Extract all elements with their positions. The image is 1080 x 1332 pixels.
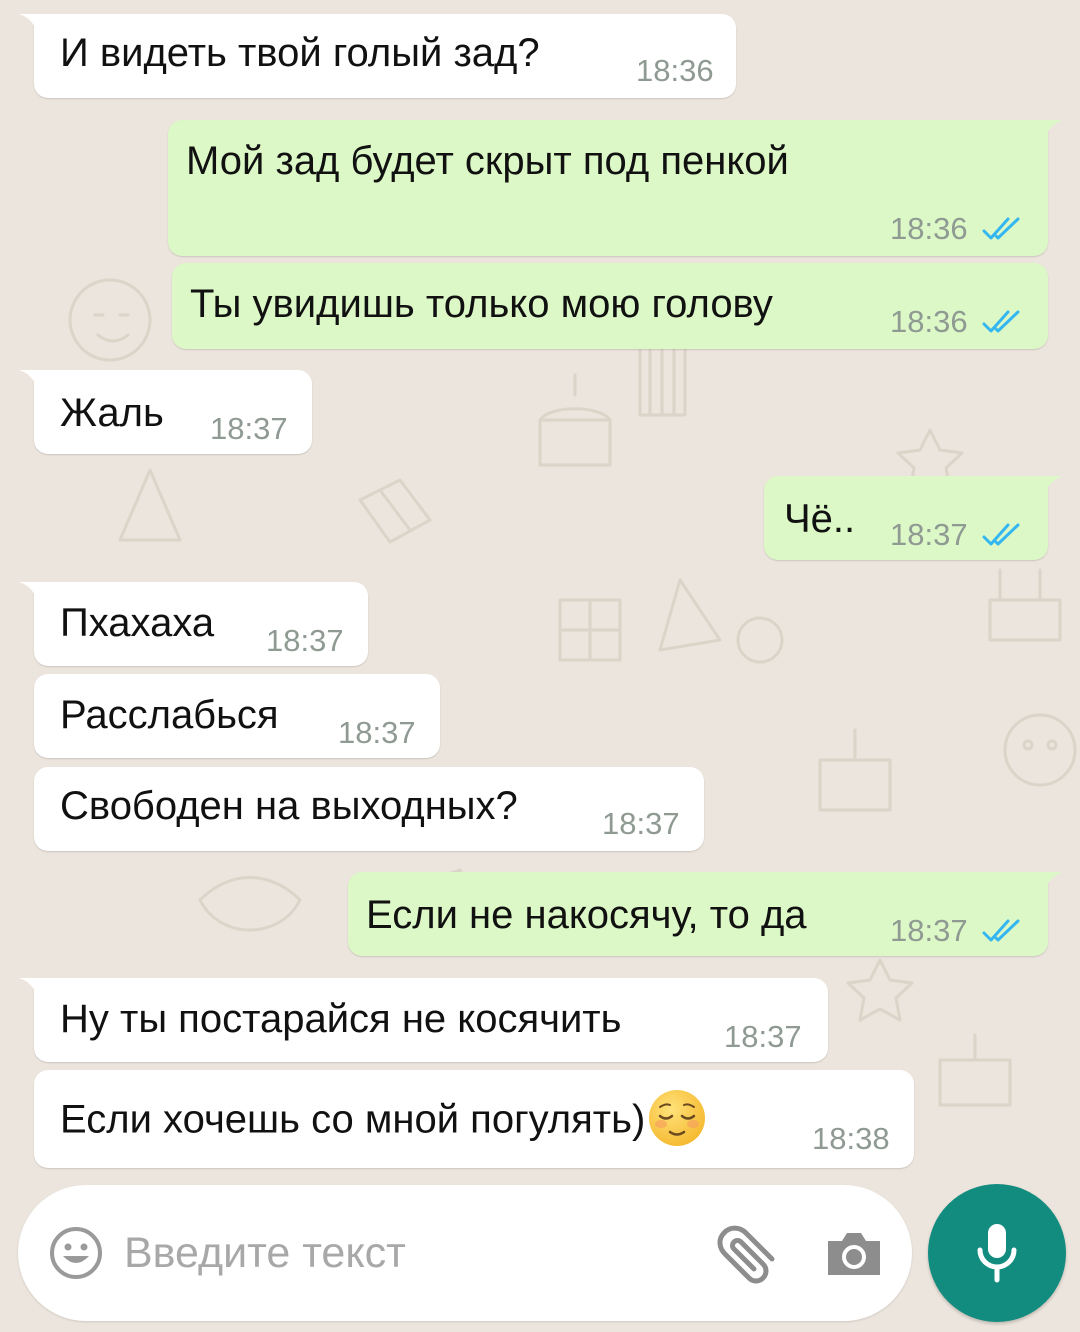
camera-icon[interactable]	[824, 1229, 884, 1279]
bubble-tail	[19, 582, 39, 604]
message-text-content: Жаль	[60, 391, 164, 435]
incoming-message[interactable]: Свободен на выходных? 18:37	[34, 767, 704, 851]
message-text: Мой зад будет скрыт под пенкой	[186, 138, 789, 184]
outgoing-message[interactable]: Если не накосячу, то да 18:37	[348, 872, 1063, 956]
message-timestamp: 18:37	[890, 517, 968, 552]
outgoing-message[interactable]: Ты увидишь только мою голову 18:36	[172, 263, 1048, 349]
message-text-content: Если не накосячу, то да	[366, 893, 807, 937]
incoming-message[interactable]: Ну ты постарайся не косячить 18:37	[19, 978, 828, 1062]
message-text: Чё..	[784, 496, 855, 542]
message-timestamp: 18:37	[338, 715, 416, 750]
bubble-tail	[19, 370, 39, 392]
message-timestamp: 18:38	[812, 1121, 890, 1156]
message-timestamp: 18:36	[636, 53, 714, 88]
message-text-content: Ты увидишь только мою голову	[190, 282, 773, 326]
message-timestamp: 18:37	[266, 623, 344, 658]
message-text: Если хочешь со мной погулять)	[60, 1090, 707, 1152]
message-composer[interactable]: Введите текст	[18, 1185, 912, 1321]
incoming-message[interactable]: Если хочешь со мной погулять) 18:38	[34, 1070, 914, 1168]
message-text-content: Мой зад будет скрыт под пенкой	[186, 139, 789, 183]
incoming-message[interactable]: Расслабься 18:37	[34, 674, 440, 758]
message-text-content: Ну ты постарайся не косячить	[60, 997, 622, 1041]
bubble-tail	[1043, 120, 1063, 142]
message-text-content: И видеть твой голый зад?	[60, 31, 540, 75]
message-text: Пхахаха	[60, 600, 214, 646]
voice-message-button[interactable]	[928, 1184, 1066, 1322]
read-receipt-icon	[982, 523, 1020, 546]
message-text: Если не накосячу, то да	[366, 892, 807, 938]
message-text: Свободен на выходных?	[60, 783, 518, 829]
microphone-icon	[977, 1224, 1017, 1283]
smiley-icon[interactable]	[48, 1225, 104, 1281]
bubble-tail	[1043, 872, 1063, 894]
message-timestamp: 18:37	[210, 411, 288, 446]
message-timestamp: 18:36	[890, 211, 968, 246]
read-receipt-icon	[982, 217, 1020, 240]
bubble-tail	[19, 978, 39, 1000]
message-text: Расслабься	[60, 692, 279, 738]
read-receipt-icon	[982, 310, 1020, 333]
relieved-face-emoji	[649, 1090, 706, 1146]
message-timestamp: 18:37	[602, 806, 680, 841]
incoming-message[interactable]: Пхахаха 18:37	[19, 582, 368, 666]
message-input[interactable]: Введите текст	[124, 1227, 406, 1279]
paperclip-icon[interactable]	[712, 1219, 782, 1285]
message-text: И видеть твой голый зад?	[60, 30, 540, 76]
message-text-content: Чё..	[784, 497, 856, 541]
message-text: Жаль	[60, 390, 164, 436]
message-timestamp: 18:37	[724, 1019, 802, 1054]
message-text-content: Расслабься	[60, 693, 279, 737]
outgoing-message[interactable]: Мой зад будет скрыт под пенкой 18:36	[168, 120, 1063, 256]
message-text-content: Свободен на выходных?	[60, 784, 518, 828]
message-text-content: Если хочешь со мной погулять)	[60, 1097, 646, 1142]
message-text: Ну ты постарайся не косячить	[60, 996, 621, 1042]
bubble-tail	[19, 14, 39, 36]
outgoing-message[interactable]: Чё.. 18:37	[764, 476, 1063, 560]
bubble-tail	[1043, 476, 1063, 498]
message-timestamp: 18:37	[890, 913, 968, 948]
read-receipt-icon	[982, 919, 1020, 942]
message-text: Ты увидишь только мою голову	[190, 281, 773, 327]
message-timestamp: 18:36	[890, 304, 968, 339]
incoming-message[interactable]: Жаль 18:37	[19, 370, 312, 454]
incoming-message[interactable]: И видеть твой голый зад? 18:36	[19, 14, 736, 98]
message-text-content: Пхахаха	[60, 601, 215, 645]
